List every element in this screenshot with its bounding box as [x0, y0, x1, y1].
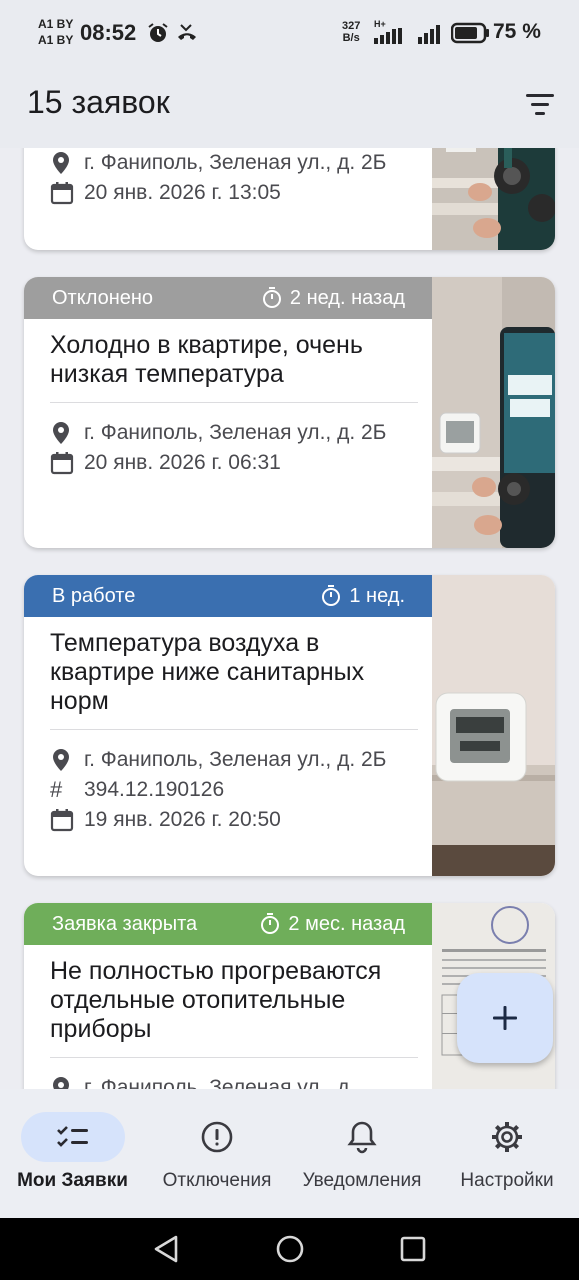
duration-text: 2 нед. назад: [289, 286, 405, 309]
card-info: г. Фаниполь, Зеленая ул., д. 2Б 20 янв. …: [24, 148, 432, 205]
requests-list[interactable]: г. Фаниполь, Зеленая ул., д. 2Б 20 янв. …: [0, 148, 579, 1089]
date-row: 19 янв. 2026 г. 20:50: [50, 807, 422, 832]
request-photo: [432, 575, 555, 876]
hash-icon: #: [50, 777, 63, 802]
nav-pill: [165, 1112, 269, 1162]
status-bar-in-progress: В работе 1 нед.: [24, 575, 432, 617]
calendar-icon: [50, 180, 84, 205]
card-body: В работе 1 нед. Температура воздуха в кв…: [24, 575, 432, 876]
system-navigation-bar: [0, 1218, 579, 1280]
nav-label: Мои Заявки: [17, 1170, 128, 1191]
nav-notifications[interactable]: Уведомления: [295, 1089, 429, 1218]
address-text: г. Фаниполь, Зеленая ул., д.: [84, 1076, 356, 1089]
request-photo: [432, 277, 555, 548]
filter-icon[interactable]: [522, 90, 558, 120]
add-icon: [493, 1006, 517, 1030]
request-title: Не полностью прогреваются отдельные отоп…: [50, 957, 382, 1043]
address-text: г. Фаниполь, Зеленая ул., д. 2Б: [84, 421, 387, 444]
duration: 2 нед. назад: [262, 287, 405, 310]
timer-icon: [262, 287, 281, 308]
bell-icon: [347, 1121, 377, 1154]
carrier-1: A1 BY: [38, 17, 74, 31]
nav-label: Уведомления: [302, 1170, 422, 1191]
bottom-navigation: Мои Заявки Отключения Уведомления Настро…: [0, 1089, 579, 1218]
nav-pill: [455, 1112, 559, 1162]
request-number: 394.12.190126: [84, 778, 225, 801]
add-request-button[interactable]: [457, 973, 553, 1063]
request-card[interactable]: г. Фаниполь, Зеленая ул., д. 2Б 20 янв. …: [24, 148, 555, 250]
duration-text: 1 нед.: [349, 584, 405, 607]
app-bar: 15 заявок: [0, 66, 579, 148]
location-pin-icon: [50, 747, 84, 772]
checklist-icon: [56, 1126, 88, 1147]
request-title: Холодно в квартире, очень низкая темпера…: [50, 331, 363, 388]
card-body: г. Фаниполь, Зеленая ул., д. 2Б 20 янв. …: [24, 148, 432, 250]
status-badge: Отклонено: [52, 286, 154, 309]
date-text: 19 янв. 2026 г. 20:50: [84, 808, 281, 831]
address-row: г. Фаниполь, Зеленая ул., д. 2Б: [50, 150, 422, 175]
network-speed-unit: B/s: [342, 32, 360, 44]
gear-icon: [492, 1122, 522, 1152]
calendar-icon: [50, 807, 84, 832]
battery-percent: 75 %: [493, 20, 541, 43]
nav-pill: [310, 1112, 414, 1162]
location-pin-icon: [50, 1075, 84, 1089]
status-bar-closed: Заявка закрыта 2 мес. назад: [24, 903, 432, 945]
request-photo: [432, 148, 555, 250]
duration-text: 2 мес. назад: [288, 912, 405, 935]
status-badge: Заявка закрыта: [52, 912, 198, 935]
carrier-labels: A1 BY A1 BY: [38, 16, 73, 48]
duration: 2 мес. назад: [260, 913, 405, 936]
nav-my-requests[interactable]: Мои Заявки: [10, 1089, 135, 1218]
date-text: 20 янв. 2026 г. 06:31: [84, 451, 281, 474]
date-text: 20 янв. 2026 г. 13:05: [84, 181, 281, 204]
nav-label: Отключения: [162, 1170, 272, 1191]
signal-2-icon: [418, 25, 440, 44]
nav-active-pill: [20, 1112, 125, 1162]
timer-icon: [261, 913, 280, 934]
home-icon[interactable]: [275, 1234, 305, 1264]
date-row: 20 янв. 2026 г. 13:05: [50, 180, 422, 205]
status-bar: A1 BY A1 BY 08:52 327 B/s H+ 75 %: [0, 0, 579, 66]
alert-circle-icon: [201, 1121, 233, 1153]
carrier-2: A1 BY: [38, 33, 74, 47]
location-pin-icon: [50, 420, 84, 445]
clock: 08:52: [80, 20, 137, 45]
request-card[interactable]: В работе 1 нед. Температура воздуха в кв…: [24, 575, 555, 876]
calendar-icon: [50, 450, 84, 475]
card-info: г. Фаниполь, Зеленая ул., д. 2Б # 394.12…: [24, 730, 432, 832]
network-speed-value: 327: [342, 20, 361, 32]
alarm-icon: [148, 23, 168, 42]
timer-icon: [322, 585, 341, 606]
number-row: # 394.12.190126: [50, 777, 422, 802]
duration: 1 нед.: [321, 585, 405, 608]
nav-settings[interactable]: Настройки: [447, 1089, 567, 1218]
date-row: 20 янв. 2026 г. 06:31: [50, 450, 422, 475]
card-body: Отклонено 2 нед. назад Холодно в квартир…: [24, 277, 432, 548]
missed-call-icon: [178, 24, 196, 40]
back-icon[interactable]: [152, 1234, 182, 1264]
address-row: г. Фаниполь, Зеленая ул., д. 2Б: [50, 747, 422, 772]
recents-icon[interactable]: [398, 1234, 428, 1264]
status-badge: В работе: [52, 584, 136, 607]
address-row: г. Фаниполь, Зеленая ул., д. 2Б: [50, 420, 422, 445]
signal-icon: [374, 28, 402, 44]
request-title: Температура воздуха в квартире ниже сани…: [50, 629, 365, 715]
nav-label: Настройки: [460, 1170, 554, 1191]
request-card[interactable]: Отклонено 2 нед. назад Холодно в квартир…: [24, 277, 555, 548]
address-text: г. Фаниполь, Зеленая ул., д. 2Б: [84, 151, 387, 174]
nav-outages[interactable]: Отключения: [152, 1089, 282, 1218]
status-bar-rejected: Отклонено 2 нед. назад: [24, 277, 432, 319]
address-row: г. Фаниполь, Зеленая ул., д.: [50, 1075, 422, 1089]
battery-icon: [451, 22, 489, 44]
address-text: г. Фаниполь, Зеленая ул., д. 2Б: [84, 748, 387, 771]
location-pin-icon: [50, 150, 84, 175]
card-info: г. Фаниполь, Зеленая ул., д.: [24, 1058, 432, 1089]
network-speed: 327 B/s: [342, 20, 360, 44]
card-body: Заявка закрыта 2 мес. назад Не полностью…: [24, 903, 432, 1089]
card-info: г. Фаниполь, Зеленая ул., д. 2Б 20 янв. …: [24, 403, 432, 475]
page-title: 15 заявок: [27, 84, 170, 120]
